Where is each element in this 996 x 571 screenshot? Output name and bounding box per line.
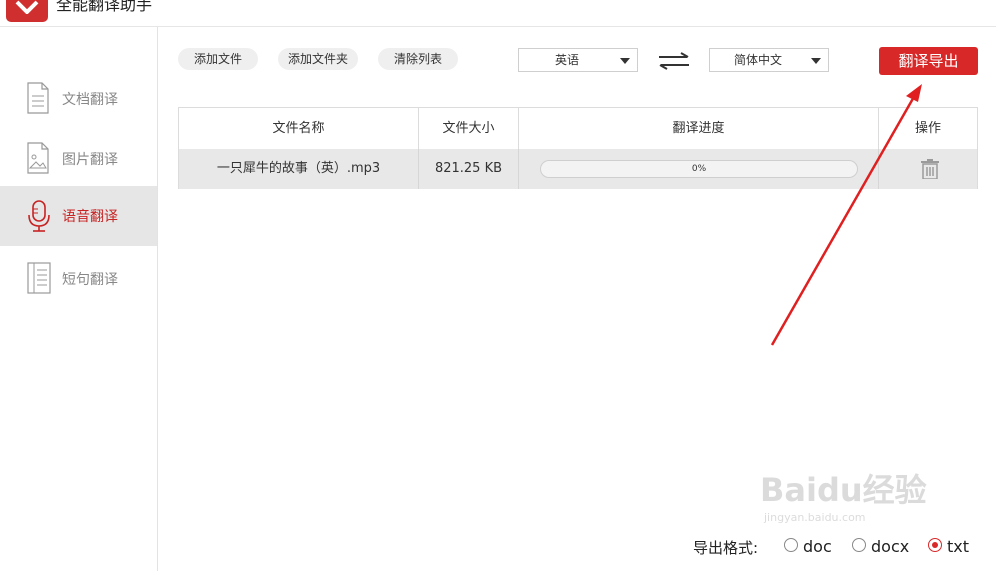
title-bar: 全能翻译助手 xyxy=(0,0,996,27)
sidebar-item-voice-translate[interactable]: 语音翻译 xyxy=(0,186,157,246)
image-icon xyxy=(27,142,49,174)
trash-icon[interactable] xyxy=(921,159,939,179)
source-language-select[interactable]: 英语 xyxy=(518,48,638,72)
sidebar-item-image-translate[interactable]: 图片翻译 xyxy=(0,129,157,189)
column-header-action: 操作 xyxy=(914,121,941,136)
radio-txt[interactable] xyxy=(928,538,942,552)
radio-docx[interactable] xyxy=(852,538,866,552)
export-format-label: 导出格式: xyxy=(693,539,759,557)
microphone-icon xyxy=(28,200,50,232)
sidebar: 文档翻译 图片翻译 语音翻译 短句翻译 xyxy=(0,27,158,571)
progress-bar: 0% xyxy=(540,160,858,178)
watermark-subtext: jingyan.baidu.com xyxy=(764,511,866,524)
file-name-cell: 一只犀牛的故事（英）.mp3 xyxy=(179,149,419,189)
watermark-text: Baidu经验 xyxy=(760,471,927,509)
chevron-down-icon xyxy=(811,58,821,64)
text-lines-icon xyxy=(27,262,51,294)
radio-doc-label[interactable]: doc xyxy=(803,537,832,556)
sidebar-item-label: 文档翻译 xyxy=(62,92,118,108)
progress-cell: 0% xyxy=(519,149,879,189)
swap-languages-icon[interactable] xyxy=(657,52,691,70)
sidebar-item-document-translate[interactable]: 文档翻译 xyxy=(0,69,157,129)
table-row[interactable]: 一只犀牛的故事（英）.mp3 821.25 KB 0% xyxy=(179,149,977,189)
column-header-filesize: 文件大小 xyxy=(419,108,519,149)
radio-doc[interactable] xyxy=(784,538,798,552)
clear-list-button[interactable]: 清除列表 xyxy=(378,48,458,70)
sidebar-item-label: 语音翻译 xyxy=(62,209,118,225)
app-title: 全能翻译助手 xyxy=(56,0,153,14)
baidu-watermark: Baidu经验 jingyan.baidu.com xyxy=(760,465,940,525)
sidebar-item-sentence-translate[interactable]: 短句翻译 xyxy=(0,249,157,309)
sidebar-item-label: 短句翻译 xyxy=(62,272,118,288)
add-folder-button[interactable]: 添加文件夹 xyxy=(278,48,358,70)
app-logo-icon xyxy=(6,0,48,22)
translate-export-button[interactable]: 翻译导出 xyxy=(879,47,978,75)
radio-txt-label[interactable]: txt xyxy=(947,537,969,556)
target-language-select[interactable]: 简体中文 xyxy=(709,48,829,72)
progress-text: 0% xyxy=(691,164,707,174)
document-icon xyxy=(27,82,49,114)
chevron-down-icon xyxy=(620,58,630,64)
column-header-progress: 翻译进度 xyxy=(519,108,879,149)
file-table: 文件名称 文件大小 翻译进度 操作 一只犀牛的故事（英）.mp3 821.25 … xyxy=(178,107,978,189)
target-language-value: 简体中文 xyxy=(733,53,782,67)
source-language-value: 英语 xyxy=(554,53,579,67)
column-header-filename: 文件名称 xyxy=(179,108,419,149)
radio-docx-label[interactable]: docx xyxy=(871,537,909,556)
sidebar-item-label: 图片翻译 xyxy=(62,152,118,168)
add-file-button[interactable]: 添加文件 xyxy=(178,48,258,70)
file-size-cell: 821.25 KB xyxy=(419,149,519,189)
